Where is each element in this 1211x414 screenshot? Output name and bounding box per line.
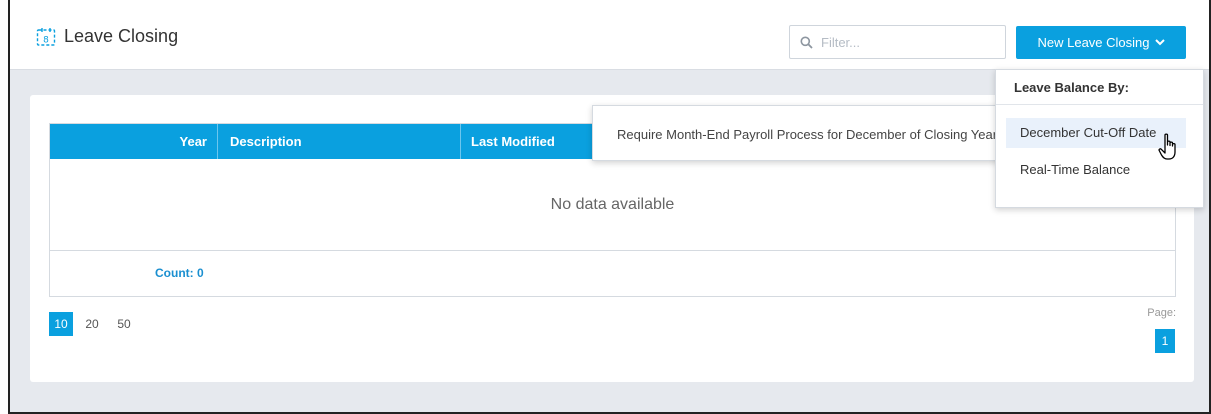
search-icon	[800, 36, 813, 49]
page-number-button[interactable]: 1	[1155, 329, 1175, 353]
new-leave-closing-button[interactable]: New Leave Closing	[1016, 26, 1186, 59]
page-size-10[interactable]: 10	[49, 312, 73, 336]
calendar-icon: 8	[36, 27, 56, 46]
page-size-20[interactable]: 20	[79, 312, 105, 336]
table-footer: Count: 0	[50, 251, 1175, 296]
page-size-selector: 10 20 50	[49, 312, 143, 336]
chevron-down-icon	[1154, 39, 1165, 46]
page-size-50[interactable]: 50	[111, 312, 137, 336]
app-frame: 8 Leave Closing New Leave Closing Year D…	[8, 0, 1211, 414]
page-label: Page:	[1147, 307, 1176, 319]
option-tooltip: Require Month-End Payroll Process for De…	[592, 105, 1009, 161]
column-header-description[interactable]: Description	[230, 124, 302, 159]
column-divider	[460, 124, 461, 159]
hand-pointer-cursor-icon	[1158, 133, 1176, 160]
filter-field[interactable]	[789, 25, 1006, 59]
svg-text:8: 8	[43, 35, 49, 45]
page-header: 8 Leave Closing New Leave Closing	[10, 0, 1209, 70]
record-count: Count: 0	[155, 266, 204, 280]
page-title-group: 8 Leave Closing	[36, 26, 178, 47]
filter-input[interactable]	[821, 34, 991, 50]
new-leave-closing-label: New Leave Closing	[1037, 35, 1150, 50]
column-header-year[interactable]: Year	[50, 124, 218, 159]
dropdown-header: Leave Balance By:	[996, 70, 1203, 105]
page-title: Leave Closing	[64, 26, 179, 46]
column-header-last-modified[interactable]: Last Modified	[471, 124, 555, 159]
